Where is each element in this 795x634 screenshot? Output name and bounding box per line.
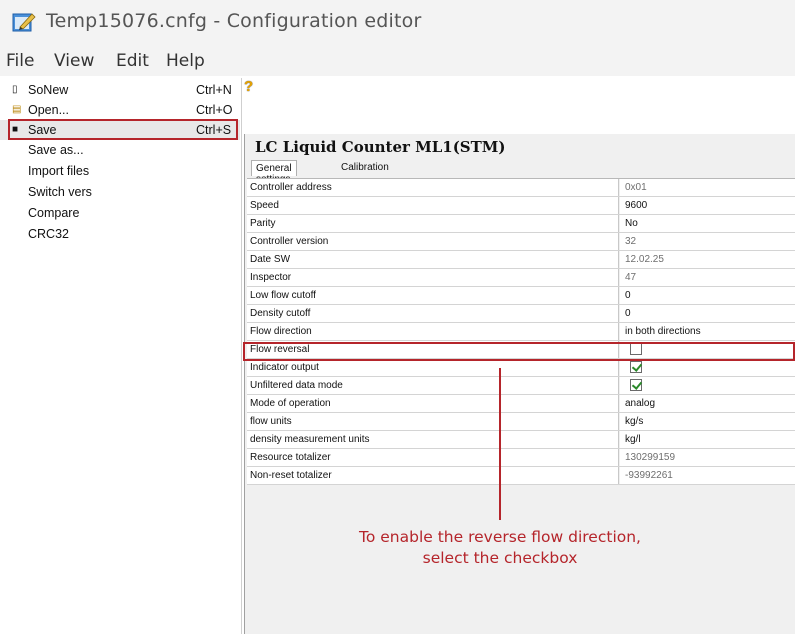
setting-name: Inspector — [247, 269, 619, 286]
config-editor-app-icon — [12, 13, 36, 32]
checkbox-checked[interactable] — [630, 361, 642, 373]
settings-row: Date SW 12.02.25 — [247, 251, 795, 269]
settings-row: Inspector 47 — [247, 269, 795, 287]
setting-value[interactable]: analog — [620, 395, 795, 412]
window-title: Temp15076.cnfg - Configuration editor — [46, 10, 422, 32]
setting-value[interactable]: in both directions — [620, 323, 795, 340]
setting-value[interactable]: 9600 — [620, 197, 795, 214]
folder-open-icon: ▤ — [12, 104, 22, 115]
setting-value: 47 — [620, 269, 795, 286]
help-question-icon[interactable]: ? — [244, 78, 253, 95]
setting-name: Mode of operation — [247, 395, 619, 412]
setting-name: Flow direction — [247, 323, 619, 340]
setting-name: density measurement units — [247, 431, 619, 448]
menu-item-label: Save as... — [28, 143, 84, 157]
menu-item-save-as[interactable]: Save as... — [0, 140, 240, 160]
settings-row: Unfiltered data mode — [247, 377, 795, 395]
setting-name: flow units — [247, 413, 619, 430]
setting-value[interactable]: 0 — [620, 287, 795, 304]
menu-item-open[interactable]: ▤ Open... Ctrl+O — [0, 100, 240, 120]
settings-row: flow units kg/s — [247, 413, 795, 431]
setting-value: 32 — [620, 233, 795, 250]
settings-row: Controller version 32 — [247, 233, 795, 251]
menu-item-crc32[interactable]: CRC32 — [0, 224, 240, 244]
settings-grid: Controller address 0x01 Speed 9600 Parity No C… — [247, 178, 795, 488]
menu-file[interactable]: File — [6, 51, 34, 71]
settings-row: Resource totalizer 130299159 — [247, 449, 795, 467]
menu-item-switch-vers[interactable]: Switch vers — [0, 182, 240, 202]
settings-row: Non-reset totalizer -93992261 — [247, 467, 795, 485]
setting-name: Indicator output — [247, 359, 619, 376]
menu-item-label: Import files — [28, 164, 90, 178]
setting-value: 12.02.25 — [620, 251, 795, 268]
settings-row: density measurement units kg/l — [247, 431, 795, 449]
menu-edit[interactable]: Edit — [116, 51, 149, 71]
setting-value[interactable]: No — [620, 215, 795, 232]
callout-line-2: select the checkbox — [422, 549, 578, 567]
callout-line — [499, 368, 501, 520]
menu-item-compare[interactable]: Compare — [0, 203, 240, 223]
tab-general-settings[interactable]: General settings — [251, 160, 297, 185]
settings-row: Parity No — [247, 215, 795, 233]
setting-value[interactable]: 0 — [620, 305, 795, 322]
save-highlight-frame — [8, 119, 238, 140]
panel-title: LC Liquid Counter ML1(STM) — [255, 138, 506, 156]
setting-name: Non-reset totalizer — [247, 467, 619, 484]
setting-value[interactable]: kg/s — [620, 413, 795, 430]
menu-help[interactable]: Help — [166, 51, 205, 71]
menu-item-shortcut: Ctrl+O — [196, 103, 233, 117]
callout-line-1: To enable the reverse flow direction, — [359, 528, 641, 546]
setting-name: Date SW — [247, 251, 619, 268]
title-bar: Temp15076.cnfg - Configuration editor — [0, 0, 795, 46]
setting-value: 0x01 — [620, 179, 795, 196]
toolbar — [242, 78, 795, 108]
flow-reversal-highlight-frame — [243, 342, 795, 361]
menu-item-new[interactable]: ▯ SoNew Ctrl+N — [0, 80, 240, 100]
settings-row: Controller address 0x01 — [247, 179, 795, 197]
settings-row: Density cutoff 0 — [247, 305, 795, 323]
settings-row: Speed 9600 — [247, 197, 795, 215]
menu-item-label: Switch vers — [28, 185, 92, 199]
setting-name: Unfiltered data mode — [247, 377, 619, 394]
settings-row: Low flow cutoff 0 — [247, 287, 795, 305]
menu-view[interactable]: View — [54, 51, 94, 71]
setting-checkbox-cell[interactable] — [620, 377, 795, 394]
settings-row: Flow direction in both directions — [247, 323, 795, 341]
new-document-icon: ▯ — [12, 84, 18, 95]
setting-name: Controller address — [247, 179, 619, 196]
setting-name: Resource totalizer — [247, 449, 619, 466]
checkbox-checked[interactable] — [630, 379, 642, 391]
callout-text: To enable the reverse flow direction, se… — [300, 527, 700, 569]
file-menu-dropdown: ▯ SoNew Ctrl+N ▤ Open... Ctrl+O ■ Save C… — [0, 78, 242, 634]
setting-name: Low flow cutoff — [247, 287, 619, 304]
settings-row: Mode of operation analog — [247, 395, 795, 413]
setting-name: Controller version — [247, 233, 619, 250]
setting-value: 130299159 — [620, 449, 795, 466]
tab-calibration[interactable]: Calibration — [337, 160, 393, 176]
menu-bar: File View Edit Help — [0, 46, 795, 76]
setting-name: Parity — [247, 215, 619, 232]
setting-name: Speed — [247, 197, 619, 214]
menu-item-label: SoNew — [28, 83, 69, 97]
menu-item-label: Compare — [28, 206, 80, 220]
menu-item-import-files[interactable]: Import files — [0, 161, 240, 181]
menu-item-shortcut: Ctrl+N — [196, 83, 232, 97]
setting-name: Density cutoff — [247, 305, 619, 322]
menu-item-label: Open... — [28, 103, 69, 117]
setting-value: -93992261 — [620, 467, 795, 484]
setting-checkbox-cell[interactable] — [620, 359, 795, 376]
setting-value[interactable]: kg/l — [620, 431, 795, 448]
menu-item-label: CRC32 — [28, 227, 69, 241]
settings-row: Indicator output — [247, 359, 795, 377]
